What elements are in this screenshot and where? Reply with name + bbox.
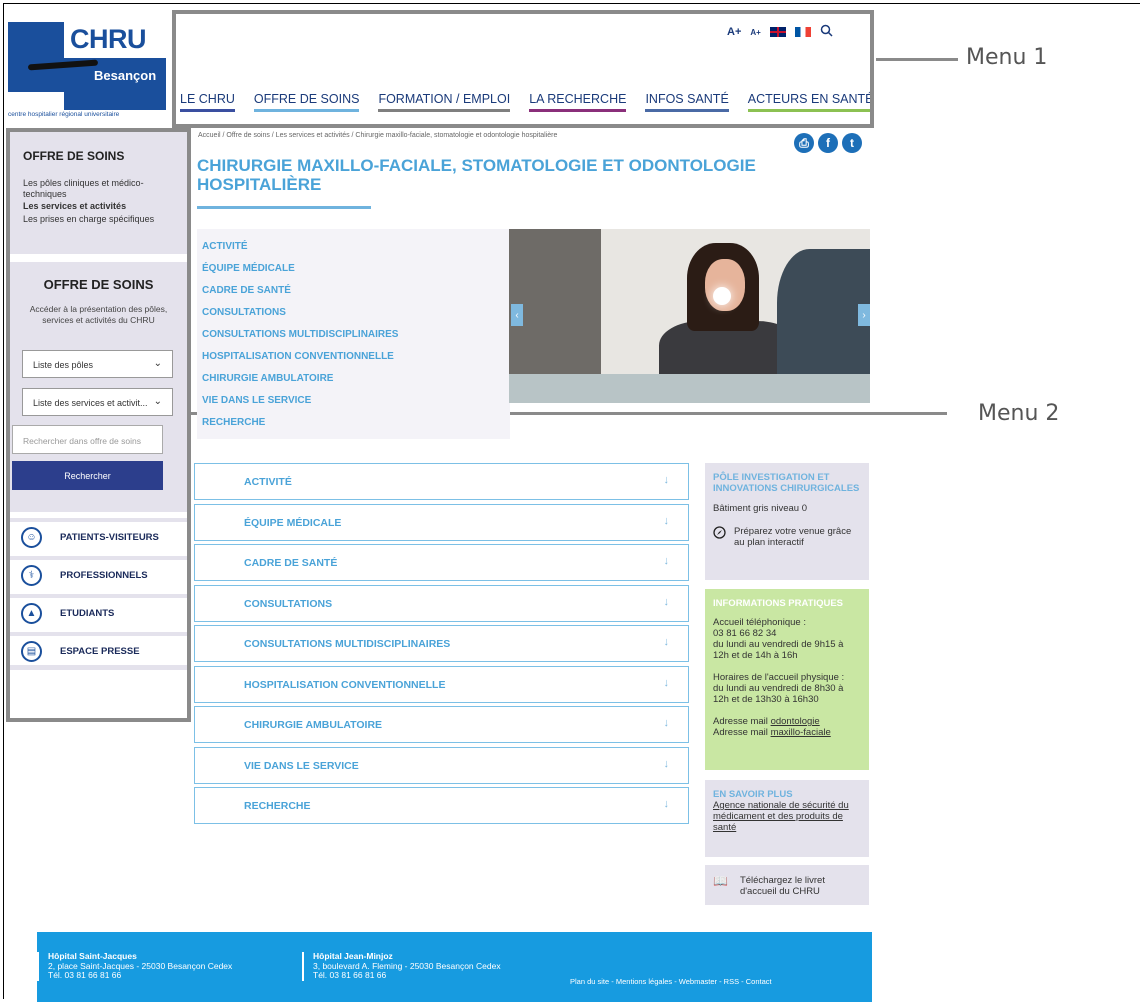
anchor-link[interactable]: CHIRURGIE AMBULATOIRE	[202, 373, 510, 395]
chevron-down-icon: ⌄	[153, 358, 162, 369]
physical-label: Horaires de l'accueil physique :	[713, 672, 845, 683]
pole-info-box: PÔLE INVESTIGATION ET INNOVATIONS CHIRUR…	[705, 463, 869, 580]
more-info-box: EN SAVOIR PLUS Agence nationale de sécur…	[705, 780, 869, 857]
logo-name: CHRU	[70, 24, 147, 54]
compass-icon	[713, 526, 726, 548]
anchor-link[interactable]: ÉQUIPE MÉDICALE	[202, 263, 510, 285]
arrow-down-icon: ↓	[663, 798, 670, 810]
services-select-value: Liste des services et activit...	[33, 398, 148, 408]
doctor-icon: ⚕	[21, 565, 42, 586]
section-anchor-list: ACTIVITÉ ÉQUIPE MÉDICALE CADRE DE SANTÉ …	[197, 229, 510, 439]
accordion-item[interactable]: CONSULTATIONS ↓	[194, 585, 689, 622]
facebook-icon[interactable]: f	[818, 133, 838, 153]
accordion-item[interactable]: CONSULTATIONS MULTIDISCIPLINAIRES ↓	[194, 625, 689, 662]
search-panel-heading: OFFRE DE SOINS	[43, 277, 154, 292]
plan-link[interactable]: Préparez votre venue grâce au plan inter…	[713, 526, 861, 548]
graduation-cap-icon: ▲	[21, 603, 42, 624]
chevron-down-icon: ⌄	[153, 396, 162, 407]
title-underline	[197, 206, 371, 209]
accordion-item[interactable]: RECHERCHE ↓	[194, 787, 689, 824]
services-select[interactable]: Liste des services et activit... ⌄	[22, 388, 173, 416]
practical-info-box: INFORMATIONS PRATIQUES Accueil téléphoni…	[705, 589, 869, 770]
footer-hospital-1: Hôpital Saint-Jacques 2, place Saint-Jac…	[37, 951, 232, 981]
sidebar-heading: OFFRE DE SOINS	[23, 149, 125, 163]
sidebar-link-prises-en-charge[interactable]: Les prises en charge spécifiques	[23, 214, 183, 225]
menu2-annotation-label: Menu 2	[978, 401, 1060, 426]
anchor-link[interactable]: HOSPITALISATION CONVENTIONNELLE	[202, 351, 510, 373]
anchor-link[interactable]: CONSULTATIONS	[202, 307, 510, 329]
arrow-down-icon: ↓	[663, 758, 670, 770]
person-icon: ☺	[21, 527, 42, 548]
physical-hours: du lundi au vendredi de 8h30 à 12h et de…	[713, 683, 844, 705]
mail-link-odontologie[interactable]: odontologie	[771, 716, 820, 727]
mail-link-maxillo-faciale[interactable]: maxillo-faciale	[771, 727, 831, 738]
share-buttons: ⎙ f t	[794, 133, 862, 153]
arrow-down-icon: ↓	[663, 636, 670, 648]
arrow-down-icon: ↓	[663, 555, 670, 567]
anchor-link[interactable]: VIE DANS LE SERVICE	[202, 395, 510, 417]
mail-maxillo: Adresse mail maxillo-faciale	[713, 727, 861, 738]
search-button[interactable]: Rechercher	[12, 461, 163, 490]
page-title: CHIRURGIE MAXILLO-FACIALE, STOMATOLOGIE …	[197, 156, 756, 194]
anchor-link[interactable]: CONSULTATIONS MULTIDISCIPLINAIRES	[202, 329, 510, 351]
twitter-icon[interactable]: t	[842, 133, 862, 153]
offre-search-input[interactable]: Rechercher dans offre de soins	[12, 425, 163, 454]
quick-link-etudiants[interactable]: ▲ ETUDIANTS	[10, 594, 187, 628]
sidebar-link-poles[interactable]: Les pôles cliniques et médico-techniques	[23, 178, 183, 199]
phone-number: 03 81 66 82 34	[713, 628, 777, 639]
book-icon: 📖	[713, 874, 728, 888]
more-info-title: EN SAVOIR PLUS	[713, 789, 793, 800]
accordion-item[interactable]: HOSPITALISATION CONVENTIONNELLE ↓	[194, 666, 689, 703]
menu1-highlight-box	[172, 10, 874, 128]
footer-links[interactable]: Plan du site - Mentions légales - Webmas…	[570, 977, 772, 986]
arrow-down-icon: ↓	[663, 474, 670, 486]
quick-link-patients[interactable]: ☺ PATIENTS-VISITEURS	[10, 518, 187, 552]
mail-prefix: Adresse mail	[713, 727, 768, 738]
carousel-prev-icon[interactable]: ‹	[511, 304, 523, 326]
menu1-annotation-line	[876, 58, 958, 61]
chru-logo[interactable]: CHRU Besançon centre hospitalier régiona…	[8, 22, 166, 120]
mail-prefix: Adresse mail	[713, 716, 768, 727]
accordion-item[interactable]: ÉQUIPE MÉDICALE ↓	[194, 504, 689, 541]
mail-odontologie: Adresse mail odontologie	[713, 716, 861, 727]
accordion-item[interactable]: VIE DANS LE SERVICE ↓	[194, 747, 689, 784]
pole-title: PÔLE INVESTIGATION ET INNOVATIONS CHIRUR…	[713, 472, 860, 494]
phone-hours: du lundi au vendredi de 9h15 à 12h et de…	[713, 639, 844, 661]
menu1-annotation-label: Menu 1	[966, 45, 1048, 70]
sidebar-link-services[interactable]: Les services et activités	[23, 201, 183, 212]
quick-link-professionnels[interactable]: ⚕ PROFESSIONNELS	[10, 556, 187, 590]
phone-label: Accueil téléphonique :	[713, 617, 806, 628]
logo-city: Besançon	[94, 68, 157, 83]
ansm-link[interactable]: Agence nationale de sécurité du médicame…	[713, 800, 861, 833]
arrow-down-icon: ↓	[663, 515, 670, 527]
pole-building: Bâtiment gris niveau 0	[713, 503, 807, 514]
breadcrumb[interactable]: Accueil / Offre de soins / Les services …	[198, 132, 557, 139]
accordion-item[interactable]: CHIRURGIE AMBULATOIRE ↓	[194, 706, 689, 743]
booklet-download[interactable]: 📖 Téléchargez le livret d'accueil du CHR…	[705, 865, 869, 905]
footer-hospital-2: Hôpital Jean-Minjoz 3, boulevard A. Flem…	[302, 951, 501, 981]
sidebar-offre-de-soins: OFFRE DE SOINS Les pôles cliniques et mé…	[10, 132, 187, 254]
footer: Hôpital Saint-Jacques 2, place Saint-Jac…	[37, 932, 872, 1002]
anchor-link[interactable]: CADRE DE SANTÉ	[202, 285, 510, 307]
quick-links-bottom-bar	[10, 665, 187, 670]
logo-tagline: centre hospitalier régional universitair…	[8, 111, 120, 118]
accordion-item[interactable]: CADRE DE SANTÉ ↓	[194, 544, 689, 581]
search-panel-description: Accéder à la présentation des pôles, ser…	[29, 304, 168, 325]
practical-info-title: INFORMATIONS PRATIQUES	[713, 598, 844, 609]
anchor-link[interactable]: ACTIVITÉ	[202, 241, 510, 263]
poles-select-value: Liste des pôles	[33, 360, 94, 370]
accordion-item[interactable]: ACTIVITÉ ↓	[194, 463, 689, 500]
arrow-down-icon: ↓	[663, 717, 670, 729]
arrow-down-icon: ↓	[663, 596, 670, 608]
newspaper-icon: ▤	[21, 641, 42, 662]
service-photo-carousel: ‹ ›	[509, 229, 870, 403]
carousel-next-icon[interactable]: ›	[858, 304, 870, 326]
anchor-link[interactable]: RECHERCHE	[202, 417, 510, 439]
print-icon[interactable]: ⎙	[794, 133, 814, 153]
quick-link-presse[interactable]: ▤ ESPACE PRESSE	[10, 632, 187, 666]
arrow-down-icon: ↓	[663, 677, 670, 689]
poles-select[interactable]: Liste des pôles ⌄	[22, 350, 173, 378]
